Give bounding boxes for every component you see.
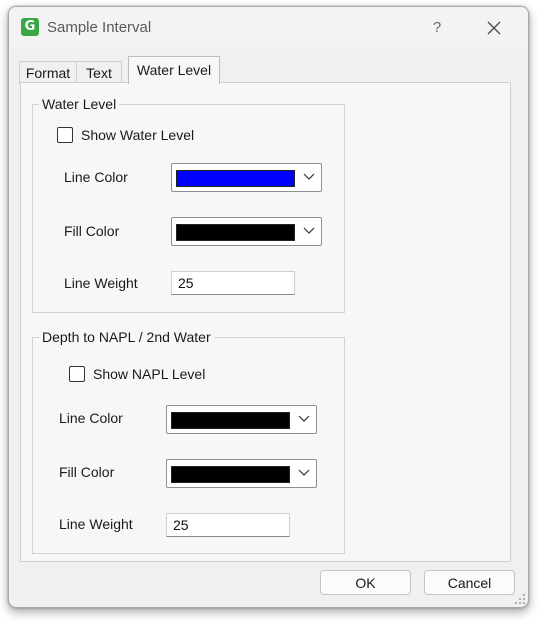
title-bar: G Sample Interval ? bbox=[9, 7, 528, 49]
close-icon bbox=[487, 21, 501, 35]
water-level-group: Water Level Show Water Level Line Color … bbox=[32, 96, 345, 313]
chevron-down-icon bbox=[298, 415, 310, 422]
show-napl-level-label: Show NAPL Level bbox=[93, 366, 206, 382]
chevron-down-icon bbox=[298, 469, 310, 476]
line-color-swatch bbox=[176, 170, 295, 187]
napl-group: Depth to NAPL / 2nd Water Show NAPL Leve… bbox=[32, 329, 345, 554]
dialog-window: G Sample Interval ? Format Text Water Le… bbox=[8, 6, 529, 608]
water-level-group-title: Water Level bbox=[39, 96, 120, 112]
fill-color-label: Fill Color bbox=[64, 223, 120, 239]
tab-panel: Water Level Show Water Level Line Color … bbox=[20, 82, 511, 562]
close-button[interactable] bbox=[479, 17, 509, 39]
show-water-level-label: Show Water Level bbox=[81, 127, 195, 143]
show-napl-level-checkbox[interactable]: Show NAPL Level bbox=[69, 366, 205, 382]
line-weight-label: Line Weight bbox=[64, 275, 138, 291]
line-color-label: Line Color bbox=[59, 410, 123, 426]
line-weight-label: Line Weight bbox=[59, 516, 133, 532]
line-color-label: Line Color bbox=[64, 169, 128, 185]
napl-fill-color-select[interactable] bbox=[166, 459, 317, 488]
checkbox-box[interactable] bbox=[57, 127, 73, 143]
line-color-swatch bbox=[171, 412, 290, 429]
water-fill-color-select[interactable] bbox=[171, 217, 322, 246]
show-water-level-checkbox[interactable]: Show Water Level bbox=[57, 127, 194, 143]
ok-button[interactable]: OK bbox=[320, 570, 411, 595]
napl-line-color-select[interactable] bbox=[166, 405, 317, 434]
water-line-weight-input[interactable] bbox=[171, 271, 295, 295]
chevron-down-icon bbox=[303, 173, 315, 180]
help-button[interactable]: ? bbox=[422, 17, 452, 39]
fill-color-swatch bbox=[176, 224, 295, 241]
checkbox-box[interactable] bbox=[69, 366, 85, 382]
napl-group-title: Depth to NAPL / 2nd Water bbox=[39, 329, 214, 345]
fill-color-swatch bbox=[171, 466, 290, 483]
chevron-down-icon bbox=[303, 227, 315, 234]
window-title: Sample Interval bbox=[47, 19, 152, 36]
resize-grip-icon[interactable] bbox=[514, 593, 526, 605]
fill-color-label: Fill Color bbox=[59, 464, 115, 480]
cancel-button[interactable]: Cancel bbox=[424, 570, 515, 595]
tab-text[interactable]: Text bbox=[76, 61, 122, 84]
tab-format[interactable]: Format bbox=[19, 61, 77, 84]
tab-water-level[interactable]: Water Level bbox=[128, 56, 220, 84]
water-line-color-select[interactable] bbox=[171, 163, 322, 192]
app-logo-icon: G bbox=[21, 18, 39, 36]
napl-line-weight-input[interactable] bbox=[166, 513, 290, 537]
